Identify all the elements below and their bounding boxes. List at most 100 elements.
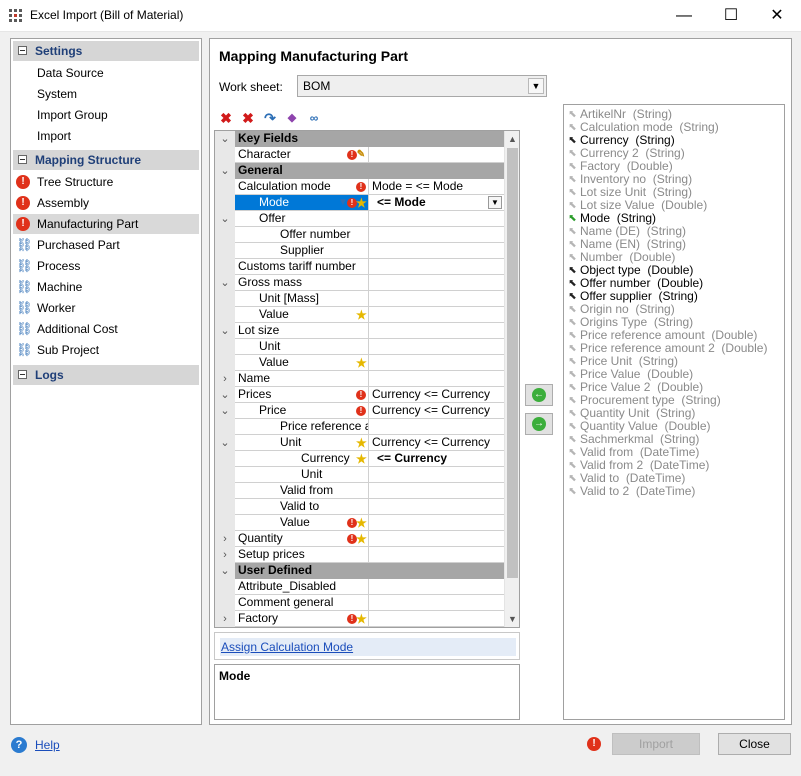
grid-row[interactable]: ⌄ Lot size [215, 323, 504, 339]
grid-row[interactable]: ⌄ Unit ★ Currency <= Currency [215, 435, 504, 451]
sidebar-item-process[interactable]: ⛓ Process [13, 256, 199, 276]
field-name-cell[interactable]: Setup prices [235, 547, 369, 563]
mapping-value-cell[interactable] [369, 147, 504, 163]
mapping-value-cell[interactable] [369, 131, 504, 147]
grid-row[interactable]: Calculation mode! Mode = <= Mode [215, 179, 504, 195]
grid-row[interactable]: Value! ★ [215, 515, 504, 531]
mapping-value-cell[interactable] [369, 307, 504, 323]
grid-row[interactable]: ⌄ Price! Currency <= Currency [215, 403, 504, 419]
chevron-down-icon[interactable]: ⌄ [215, 211, 235, 227]
mapping-value-cell[interactable] [369, 275, 504, 291]
grid-row[interactable]: › Factory! ★ [215, 611, 504, 627]
grid-row[interactable]: Value ★ [215, 355, 504, 371]
field-name-cell[interactable]: Calculation mode! [235, 179, 369, 195]
settings-header[interactable]: Settings [13, 41, 199, 61]
logs-header[interactable]: Logs [13, 365, 199, 385]
field-name-cell[interactable]: Unit [Mass] [235, 291, 369, 307]
grid-row[interactable]: Offer number [215, 227, 504, 243]
field-name-cell[interactable]: Offer [235, 211, 369, 227]
import-button[interactable]: Import [612, 733, 700, 755]
grid-row[interactable]: Supplier [215, 243, 504, 259]
mapping-value-cell[interactable] [369, 259, 504, 275]
field-name-cell[interactable]: Comment general [235, 595, 369, 611]
grid-scrollbar[interactable]: ▲ ▼ [504, 131, 519, 627]
field-name-cell[interactable]: Value! ★ [235, 515, 369, 531]
sidebar-item-system[interactable]: System [13, 84, 199, 104]
grid-row[interactable]: Valid to [215, 499, 504, 515]
chevron-down-icon[interactable]: ⌄ [215, 435, 235, 451]
mapping-value-cell[interactable] [369, 419, 504, 435]
mapping-value-cell[interactable]: Currency <= Currency [369, 435, 504, 451]
sidebar-item-import-group[interactable]: Import Group [13, 105, 199, 125]
collapse-icon[interactable] [18, 370, 27, 379]
link-icon[interactable]: ∞ [305, 109, 323, 127]
field-list-item[interactable]: ⬉ Valid to 2 (DateTime) [566, 485, 695, 498]
sidebar-item-machine[interactable]: ⛓ Machine [13, 277, 199, 297]
field-name-cell[interactable]: Customs tariff number [235, 259, 369, 275]
mapping-value-cell[interactable] [369, 547, 504, 563]
assign-calculation-mode-link[interactable]: Assign Calculation Mode [220, 638, 516, 656]
grid-row[interactable]: ⌄ Gross mass [215, 275, 504, 291]
close-button[interactable]: Close [718, 733, 791, 755]
mapping-value-cell[interactable] [369, 611, 504, 627]
sidebar-item-purchased-part[interactable]: ⛓ Purchased Part [13, 235, 199, 255]
mapping-value-cell[interactable] [369, 355, 504, 371]
field-name-cell[interactable]: Quantity! ★ [235, 531, 369, 547]
sidebar-item-data-source[interactable]: Data Source [13, 63, 199, 83]
field-name-cell[interactable]: Key Fields [235, 131, 369, 147]
collapse-icon[interactable] [18, 46, 27, 55]
field-name-cell[interactable]: Character! ✎ [235, 147, 369, 163]
scroll-thumb[interactable] [507, 148, 518, 578]
mapping-value-cell[interactable] [369, 291, 504, 307]
assign-right-button[interactable]: → [525, 413, 553, 435]
field-name-cell[interactable]: Supplier [235, 243, 369, 259]
chevron-down-icon[interactable]: ⌄ [215, 403, 235, 419]
sidebar-item-additional-cost[interactable]: ⛓ Additional Cost [13, 319, 199, 339]
sidebar-item-tree-structure[interactable]: ! Tree Structure [13, 172, 199, 192]
mapping-value-cell[interactable] [369, 499, 504, 515]
grid-row[interactable]: Unit [215, 339, 504, 355]
add-mapping-icon[interactable]: ◆ [283, 109, 301, 127]
mapping-structure-header[interactable]: Mapping Structure [13, 150, 199, 170]
grid-row[interactable]: Unit [215, 467, 504, 483]
chevron-down-icon[interactable]: ▼ [528, 78, 544, 94]
mapping-value-cell[interactable] [369, 483, 504, 499]
help-link[interactable]: Help [35, 738, 60, 752]
sidebar-item-manufacturing-part[interactable]: ! Manufacturing Part [13, 214, 199, 234]
grid-row[interactable]: Customs tariff number [215, 259, 504, 275]
chevron-down-icon[interactable]: ⌄ [215, 275, 235, 291]
sidebar-item-import[interactable]: Import [13, 126, 199, 146]
grid-row[interactable]: › Setup prices [215, 547, 504, 563]
grid-row[interactable]: Mode ▼! ★ <= Mode ▼ [215, 195, 504, 211]
mapping-value-cell[interactable]: Mode = <= Mode [369, 179, 504, 195]
assign-left-button[interactable]: ← [525, 384, 553, 406]
mapping-value-cell[interactable] [369, 515, 504, 531]
help-icon[interactable]: ? [11, 737, 27, 753]
field-name-cell[interactable]: Unit ★ [235, 435, 369, 451]
mapping-value-cell[interactable]: Currency <= Currency [369, 403, 504, 419]
chevron-right-icon[interactable]: › [215, 611, 235, 627]
field-name-cell[interactable]: Offer number [235, 227, 369, 243]
field-name-cell[interactable]: Valid to [235, 499, 369, 515]
grid-row[interactable]: › Name [215, 371, 504, 387]
delete-icon[interactable]: ✖ [217, 109, 235, 127]
chevron-down-icon[interactable]: ⌄ [215, 387, 235, 403]
grid-group-row[interactable]: ⌄ User Defined [215, 563, 504, 579]
field-name-cell[interactable]: Value ★ [235, 355, 369, 371]
scroll-down-icon[interactable]: ▼ [505, 611, 519, 627]
field-name-cell[interactable]: Price! [235, 403, 369, 419]
chevron-down-icon[interactable]: ⌄ [215, 131, 235, 147]
minimize-button[interactable]: — [661, 0, 707, 31]
grid-group-row[interactable]: ⌄ Key Fields [215, 131, 504, 147]
scroll-up-icon[interactable]: ▲ [505, 131, 519, 147]
grid-row[interactable]: Unit [Mass] [215, 291, 504, 307]
grid-row[interactable]: Comment general [215, 595, 504, 611]
field-name-cell[interactable]: Factory! ★ [235, 611, 369, 627]
grid-row[interactable]: Attribute_Disabled [215, 579, 504, 595]
mapping-value-cell[interactable] [369, 371, 504, 387]
field-name-cell[interactable]: Prices! [235, 387, 369, 403]
grid-row[interactable]: Price reference amount [215, 419, 504, 435]
grid-row[interactable]: ⌄ Prices! Currency <= Currency [215, 387, 504, 403]
collapse-icon[interactable] [18, 155, 27, 164]
grid-row[interactable]: Value ★ [215, 307, 504, 323]
